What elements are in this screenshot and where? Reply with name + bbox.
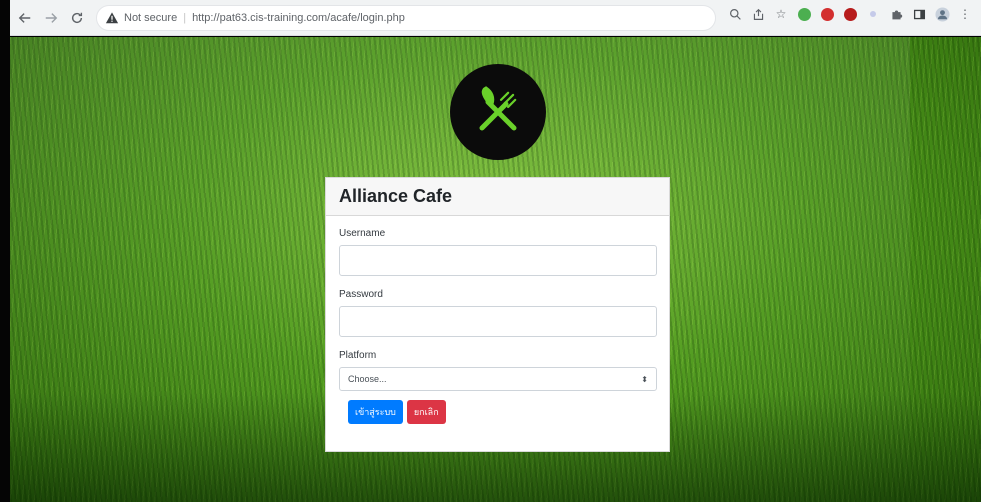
username-label: Username [339,228,386,239]
form-actions: เข้าสู่ระบบ ยกเลิก [339,400,656,424]
zoom-icon[interactable] [727,6,743,22]
reload-icon[interactable] [66,7,88,29]
login-button[interactable]: เข้าสู่ระบบ [348,400,403,424]
warning-triangle-icon [105,11,119,23]
toolbar-icons: ☆ ⋮ [727,6,973,22]
page-title: Alliance Cafe [339,186,453,206]
platform-label: Platform [339,350,377,361]
bookmark-star-icon[interactable]: ☆ [773,6,789,22]
forward-arrow-icon[interactable] [40,7,62,29]
platform-select[interactable]: Choose... ⬍ [339,367,657,391]
username-field[interactable] [339,245,657,276]
login-card-header: Alliance Cafe [326,178,669,216]
login-card: Alliance Cafe Username Password Platform… [325,177,670,452]
address-bar[interactable]: Not secure | http://pat63.cis-training.c… [96,4,716,31]
url-text[interactable]: http://pat63.cis-training.com/acafe/logi… [192,12,405,24]
cancel-button[interactable]: ยกเลิก [406,400,446,424]
extension-shield-icon[interactable] [819,6,835,22]
login-form: Username Password Platform Choose... ⬍ เ… [326,216,669,424]
left-edge-strip [0,0,10,502]
grass-background-page: Alliance Cafe Username Password Platform… [10,37,981,502]
browser-toolbar: Not secure | http://pat63.cis-training.c… [10,0,981,36]
select-updown-icon: ⬍ [641,374,648,384]
cafe-logo [450,64,546,160]
extension-green-icon[interactable] [796,6,812,22]
password-field[interactable] [339,306,657,337]
side-panel-icon[interactable] [911,6,927,22]
puzzle-piece-icon[interactable] [888,6,904,22]
more-menu-icon[interactable]: ⋮ [957,6,973,22]
back-arrow-icon[interactable] [14,7,36,29]
omnibox-divider: | [183,11,187,24]
share-icon[interactable] [750,6,766,22]
password-label: Password [339,289,383,300]
fork-and-knife-icon [479,86,517,131]
profile-avatar-icon[interactable] [934,6,950,22]
extension-red-icon[interactable] [842,6,858,22]
extension-dot-icon[interactable] [865,6,881,22]
security-status[interactable]: Not secure [124,12,177,24]
platform-selected-value: Choose... [348,374,387,384]
